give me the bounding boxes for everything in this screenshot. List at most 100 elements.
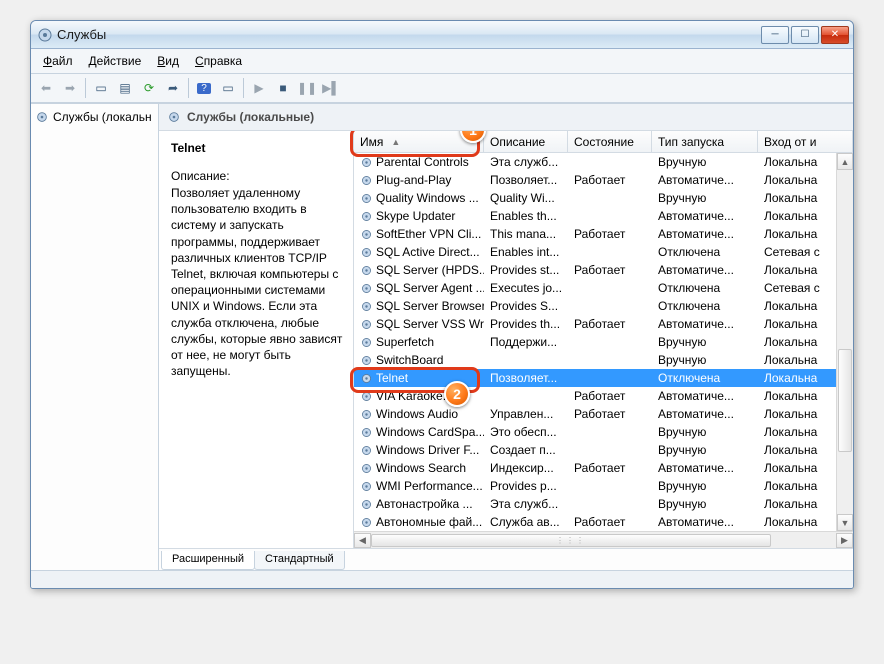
service-row[interactable]: Автономные фай...Служба ав...РаботаетАвт… (354, 513, 836, 531)
cell-desc: Quality Wi... (484, 191, 568, 205)
service-row[interactable]: Автонастройка ...Эта служб...ВручнуюЛока… (354, 495, 836, 513)
action-pane-button[interactable]: ▭ (217, 77, 239, 99)
service-row[interactable]: SQL Server VSS Wr...Provides th...Работа… (354, 315, 836, 333)
service-row[interactable]: TelnetПозволяет...ОтключенаЛокальна (354, 369, 836, 387)
service-row[interactable]: SQL Server BrowserProvides S...Отключена… (354, 297, 836, 315)
restart-service-button[interactable]: ▶▌ (320, 77, 342, 99)
cell-start: Автоматиче... (652, 407, 758, 421)
minimize-button[interactable]: ─ (761, 26, 789, 44)
service-row[interactable]: SQL Server Agent ...Executes jo...Отключ… (354, 279, 836, 297)
tabs-bar: Расширенный Стандартный (159, 548, 853, 570)
menu-action[interactable]: Действие (83, 52, 148, 70)
window-title: Службы (57, 27, 759, 42)
list-pane: Имя ▲ Описание Состояние Тип запуска Вхо… (354, 131, 853, 548)
scroll-up-button[interactable]: ▲ (837, 153, 853, 170)
menu-file[interactable]: Файл (37, 52, 79, 70)
service-row[interactable]: Windows SearchИндексир...РаботаетАвтомат… (354, 459, 836, 477)
cell-name: Quality Windows ... (354, 191, 484, 205)
cell-state: Работает (568, 515, 652, 529)
service-row[interactable]: Windows AudioУправлен...РаботаетАвтомати… (354, 405, 836, 423)
cell-name: Telnet (354, 371, 484, 385)
menubar: Файл Действие Вид Справка (31, 49, 853, 74)
service-row[interactable]: Plug-and-PlayПозволяет...РаботаетАвтомат… (354, 171, 836, 189)
help-button[interactable]: ? (193, 77, 215, 99)
service-row[interactable]: SQL Server (HPDS...Provides st...Работае… (354, 261, 836, 279)
cell-start: Вручную (652, 155, 758, 169)
service-row[interactable]: VIA Karaoke...РаботаетАвтоматиче...Локал… (354, 387, 836, 405)
stop-service-button[interactable]: ■ (272, 77, 294, 99)
cell-start: Отключена (652, 281, 758, 295)
cell-name: VIA Karaoke... (354, 389, 484, 403)
service-row[interactable]: Quality Windows ...Quality Wi...ВручнуюЛ… (354, 189, 836, 207)
horizontal-scrollbar[interactable]: ◀ ⋮⋮⋮ ▶ (354, 531, 853, 548)
menu-help[interactable]: Справка (189, 52, 248, 70)
column-headers: Имя ▲ Описание Состояние Тип запуска Вхо… (354, 131, 853, 153)
cell-name: Автонастройка ... (354, 497, 484, 511)
cell-desc: Служба ав... (484, 515, 568, 529)
show-hide-button[interactable]: ▭ (90, 77, 112, 99)
cell-logon: Локальна (758, 461, 836, 475)
cell-name: Skype Updater (354, 209, 484, 223)
tab-standard[interactable]: Стандартный (254, 551, 345, 570)
cell-start: Автоматиче... (652, 389, 758, 403)
cell-logon: Локальна (758, 407, 836, 421)
cell-start: Автоматиче... (652, 227, 758, 241)
menu-view[interactable]: Вид (151, 52, 185, 70)
scroll-track[interactable] (837, 170, 853, 514)
col-header-state[interactable]: Состояние (568, 131, 652, 152)
col-header-start[interactable]: Тип запуска (652, 131, 758, 152)
cell-name: SQL Server (HPDS... (354, 263, 484, 277)
maximize-button[interactable]: ☐ (791, 26, 819, 44)
export-button[interactable]: ➦ (162, 77, 184, 99)
hscroll-thumb[interactable]: ⋮⋮⋮ (371, 534, 771, 547)
cell-logon: Локальна (758, 353, 836, 367)
cell-start: Автоматиче... (652, 515, 758, 529)
vertical-scrollbar[interactable]: ▲ ▼ (836, 153, 853, 531)
toolbar: ⬅ ➡ ▭ ▤ ⟳ ➦ ? ▭ ▶ ■ ❚❚ ▶▌ (31, 74, 853, 103)
cell-start: Вручную (652, 443, 758, 457)
cell-start: Автоматиче... (652, 317, 758, 331)
cell-name: Windows Driver F... (354, 443, 484, 457)
cell-name: Plug-and-Play (354, 173, 484, 187)
service-list[interactable]: Parental ControlsЭта служб...ВручнуюЛока… (354, 153, 836, 531)
scroll-left-button[interactable]: ◀ (354, 533, 371, 548)
service-row[interactable]: Windows Driver F...Создает п...ВручнуюЛо… (354, 441, 836, 459)
refresh-button[interactable]: ⟳ (138, 77, 160, 99)
service-row[interactable]: WMI Performance...Provides p...ВручнуюЛо… (354, 477, 836, 495)
col-header-name[interactable]: Имя ▲ (354, 131, 484, 152)
close-button[interactable]: ✕ (821, 26, 849, 44)
services-app-icon (37, 27, 53, 43)
scroll-down-button[interactable]: ▼ (837, 514, 853, 531)
start-service-button[interactable]: ▶ (248, 77, 270, 99)
nav-item-services[interactable]: Службы (локальн (31, 108, 158, 126)
gear-icon (167, 110, 181, 124)
col-header-logon[interactable]: Вход от и (758, 131, 853, 152)
properties-button[interactable]: ▤ (114, 77, 136, 99)
cell-logon: Локальна (758, 191, 836, 205)
tab-extended[interactable]: Расширенный (161, 551, 255, 570)
service-row[interactable]: Windows CardSpa...Это обесп...ВручнуюЛок… (354, 423, 836, 441)
cell-name: SQL Server Browser (354, 299, 484, 313)
cell-desc: Executes jo... (484, 281, 568, 295)
forward-button[interactable]: ➡ (59, 77, 81, 99)
hscroll-track[interactable]: ⋮⋮⋮ (371, 533, 836, 548)
pause-service-button[interactable]: ❚❚ (296, 77, 318, 99)
back-button[interactable]: ⬅ (35, 77, 57, 99)
service-row[interactable]: SQL Active Direct...Enables int...Отключ… (354, 243, 836, 261)
service-row[interactable]: SuperfetchПоддержи...ВручнуюЛокальна (354, 333, 836, 351)
titlebar[interactable]: Службы ─ ☐ ✕ (31, 21, 853, 49)
cell-name: WMI Performance... (354, 479, 484, 493)
service-row[interactable]: SoftEther VPN Cli...This mana...Работает… (354, 225, 836, 243)
col-header-desc[interactable]: Описание (484, 131, 568, 152)
cell-logon: Локальна (758, 317, 836, 331)
services-window: Службы ─ ☐ ✕ Файл Действие Вид Справка ⬅… (30, 20, 854, 589)
service-row[interactable]: Skype UpdaterEnables th...Автоматиче...Л… (354, 207, 836, 225)
service-row[interactable]: SwitchBoardВручнуюЛокальна (354, 351, 836, 369)
scroll-right-button[interactable]: ▶ (836, 533, 853, 548)
cell-name: SwitchBoard (354, 353, 484, 367)
service-row[interactable]: Parental ControlsЭта служб...ВручнуюЛока… (354, 153, 836, 171)
cell-logon: Локальна (758, 155, 836, 169)
cell-desc: Индексир... (484, 461, 568, 475)
scroll-thumb[interactable] (838, 349, 852, 452)
cell-desc: Provides p... (484, 479, 568, 493)
